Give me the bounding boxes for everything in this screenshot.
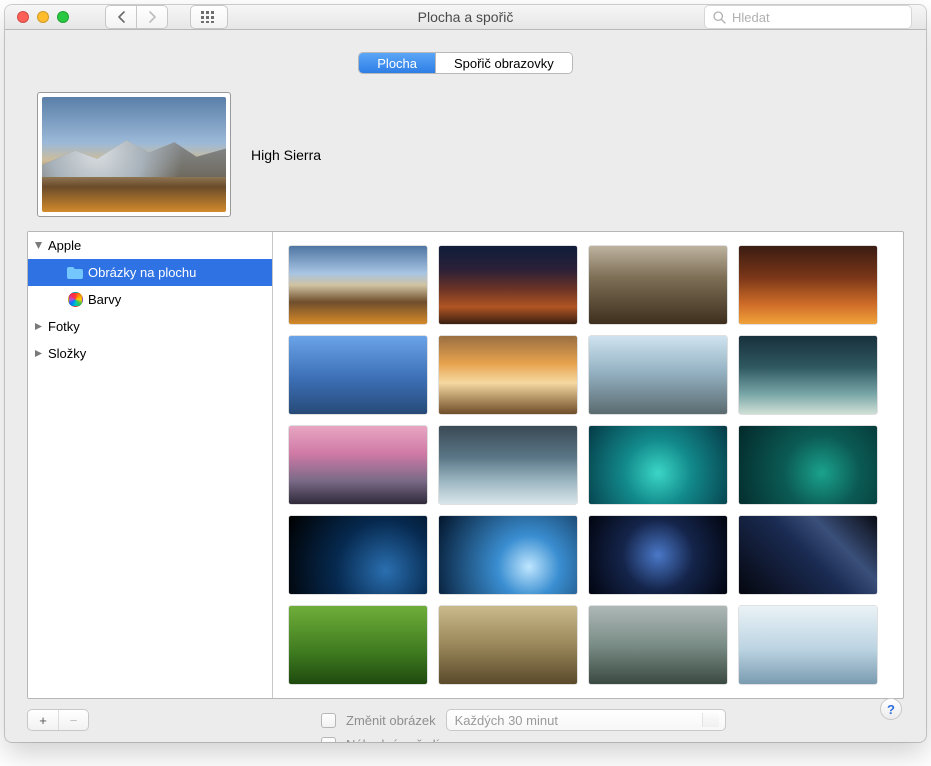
source-item-colors[interactable]: Barvy — [28, 286, 272, 313]
wallpaper-thumb-elcap-morning[interactable] — [589, 336, 727, 414]
add-folder-button[interactable]: + — [28, 710, 58, 730]
prefs-window: Plocha a spořič Plocha Spořič obrazovky … — [5, 5, 926, 742]
source-item-label: Složky — [48, 346, 86, 361]
current-wallpaper-name: High Sierra — [251, 147, 321, 163]
interval-popup[interactable]: Každých 30 minut — [446, 709, 726, 731]
current-wallpaper-image — [42, 97, 226, 212]
wallpaper-thumb-yosemite-peaks[interactable] — [289, 426, 427, 504]
random-order-label: Náhodné pořadí — [346, 737, 439, 742]
tab-desktop[interactable]: Plocha — [359, 53, 435, 73]
interval-value: Každých 30 minut — [455, 713, 558, 728]
chevron-right-icon — [148, 11, 157, 23]
source-item-apple[interactable]: Apple — [28, 232, 272, 259]
source-item-desktops[interactable]: Obrázky na plochu — [28, 259, 272, 286]
wallpaper-thumb-green-fields[interactable] — [289, 606, 427, 684]
wallpaper-thumb-elcap-blue[interactable] — [289, 336, 427, 414]
wallpaper-thumb-sierra[interactable] — [439, 246, 577, 324]
search-input[interactable] — [732, 10, 903, 25]
wallpaper-thumb-ice[interactable] — [739, 606, 877, 684]
wallpaper-grid — [273, 232, 903, 698]
show-all-button[interactable] — [190, 5, 228, 29]
wallpaper-thumb-elcap-day[interactable] — [589, 246, 727, 324]
wallpaper-thumb-foggy-forest[interactable] — [589, 606, 727, 684]
random-order-checkbox[interactable] — [321, 737, 336, 742]
minimize-button[interactable] — [37, 11, 49, 23]
disclosure-triangle-icon[interactable] — [34, 349, 44, 358]
disclosure-triangle-icon[interactable] — [34, 322, 44, 331]
zoom-button[interactable] — [57, 11, 69, 23]
current-wallpaper-preview — [37, 92, 231, 217]
wallpaper-thumb-wave[interactable] — [589, 426, 727, 504]
wallpaper-thumb-high-sierra[interactable] — [289, 246, 427, 324]
bottom-controls: + − Změnit obrázek Každých 30 minut — [27, 709, 904, 742]
source-item-label: Obrázky na plochu — [88, 265, 196, 280]
help-button[interactable]: ? — [880, 698, 902, 720]
folder-icon — [66, 267, 84, 279]
options: Změnit obrázek Každých 30 minut Náhodné … — [321, 709, 726, 742]
wallpaper-thumb-galaxy[interactable] — [589, 516, 727, 594]
preview-row: High Sierra — [27, 92, 904, 231]
add-remove-group: + − — [27, 709, 89, 731]
tab-segment: Plocha Spořič obrazovky — [358, 52, 572, 74]
content-split: Apple Obrázky na plochu Barvy Fotky Složky — [27, 231, 904, 699]
wallpaper-thumb-yosemite-valley[interactable] — [739, 336, 877, 414]
disclosure-triangle-icon[interactable] — [34, 241, 44, 250]
search-icon — [713, 11, 726, 24]
window-controls — [17, 11, 69, 23]
random-order-row: Náhodné pořadí — [321, 737, 726, 742]
wallpaper-thumb-milky-way[interactable] — [739, 516, 877, 594]
wallpaper-grid-scroll[interactable] — [273, 232, 903, 698]
grid-icon — [201, 11, 217, 23]
panel: Plocha Spořič obrazovky High Sierra Appl… — [5, 30, 926, 742]
change-picture-checkbox[interactable] — [321, 713, 336, 728]
remove-folder-button: − — [58, 710, 88, 730]
source-list[interactable]: Apple Obrázky na plochu Barvy Fotky Složky — [28, 232, 273, 698]
source-item-label: Fotky — [48, 319, 80, 334]
wallpaper-thumb-golden-hills[interactable] — [439, 606, 577, 684]
source-item-folders[interactable]: Složky — [28, 340, 272, 367]
source-item-label: Apple — [48, 238, 81, 253]
titlebar: Plocha a spořič — [5, 5, 926, 30]
tab-screensaver[interactable]: Spořič obrazovky — [435, 53, 572, 73]
wallpaper-thumb-elcap-sunset[interactable] — [739, 246, 877, 324]
nav-forward-button[interactable] — [136, 5, 168, 29]
wallpaper-thumb-mavericks[interactable] — [739, 426, 877, 504]
wallpaper-thumb-earth-day[interactable] — [439, 516, 577, 594]
change-picture-label: Změnit obrázek — [346, 713, 436, 728]
wallpaper-thumb-elcap-dusk[interactable] — [439, 336, 577, 414]
close-button[interactable] — [17, 11, 29, 23]
search-field[interactable] — [704, 5, 912, 29]
wallpaper-thumb-earth-night[interactable] — [289, 516, 427, 594]
source-item-photos[interactable]: Fotky — [28, 313, 272, 340]
colorwheel-icon — [66, 292, 84, 307]
stepper-arrows-icon — [710, 716, 716, 725]
nav-buttons — [105, 5, 168, 29]
source-item-label: Barvy — [88, 292, 121, 307]
wallpaper-thumb-yosemite-lake[interactable] — [439, 426, 577, 504]
nav-back-button[interactable] — [105, 5, 137, 29]
change-picture-row: Změnit obrázek Každých 30 minut — [321, 709, 726, 731]
chevron-left-icon — [117, 11, 126, 23]
